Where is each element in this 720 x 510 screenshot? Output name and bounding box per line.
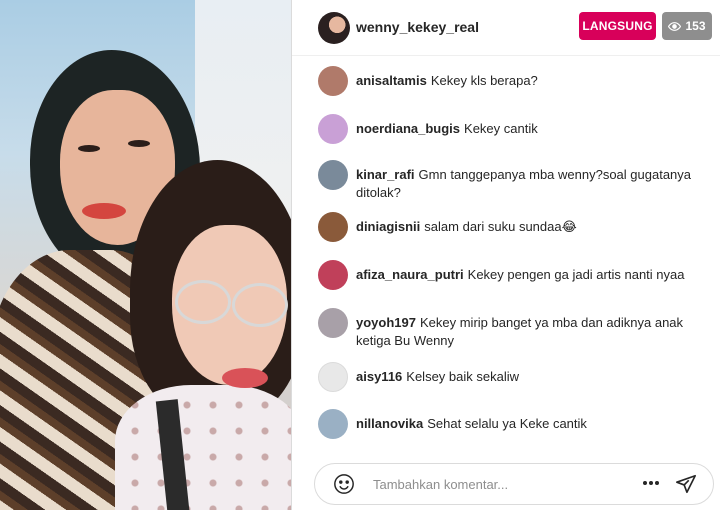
comment-text: Sehat selalu ya Keke cantik (427, 416, 587, 431)
comment-avatar[interactable] (318, 260, 348, 290)
comment-username[interactable]: kinar_rafi (356, 167, 415, 182)
comment-list: anisaltamis Kekey kls berapa? noerdiana_b… (292, 58, 720, 456)
comment-text: salam dari suku sundaa😂 (424, 219, 577, 234)
comment-item: diniagisnii salam dari suku sundaa😂 (318, 212, 713, 242)
comment-username[interactable]: afiza_naura_putri (356, 267, 464, 282)
comment-avatar[interactable] (318, 308, 348, 338)
video-child-glasses (232, 283, 288, 327)
viewer-count: 153 (685, 19, 706, 33)
comment-composer (314, 463, 714, 505)
comment-item: afiza_naura_putri Kekey pengen ga jadi ar… (318, 260, 713, 290)
viewer-count-badge: 153 (662, 12, 712, 40)
more-options-icon[interactable] (640, 472, 662, 494)
comment-avatar[interactable] (318, 362, 348, 392)
video-child-glasses (175, 280, 231, 324)
video-person-eye (78, 145, 100, 152)
comment-text: Kekey pengen ga jadi artis nanti nyaa (467, 267, 685, 282)
video-person-eye (128, 140, 150, 147)
live-header: wenny_kekey_real LANGSUNG 153 (292, 0, 720, 56)
comment-input[interactable] (373, 473, 623, 495)
video-person-lips (82, 203, 126, 219)
live-side-panel: wenny_kekey_real LANGSUNG 153 anisaltami… (291, 0, 720, 510)
comment-avatar[interactable] (318, 409, 348, 439)
comment-text: Kekey cantik (464, 121, 538, 136)
video-child-lips (222, 368, 268, 388)
host-username[interactable]: wenny_kekey_real (356, 19, 479, 35)
comment-item: kinar_rafi Gmn tanggepanya mba wenny?soal… (318, 160, 713, 202)
eye-icon (668, 21, 682, 31)
comment-username[interactable]: diniagisnii (356, 219, 420, 234)
comment-text: Kelsey baik sekaliw (406, 369, 519, 384)
comment-avatar[interactable] (318, 66, 348, 96)
live-badge: LANGSUNG (579, 12, 656, 40)
comment-item: anisaltamis Kekey kls berapa? (318, 66, 713, 96)
smiley-icon[interactable] (333, 473, 355, 495)
comment-avatar[interactable] (318, 160, 348, 190)
comment-username[interactable]: noerdiana_bugis (356, 121, 460, 136)
comment-item: aisy116 Kelsey baik sekaliw (318, 362, 713, 392)
send-icon[interactable] (675, 473, 697, 495)
comment-text: Kekey kls berapa? (430, 73, 538, 88)
comment-item: nillanovika Sehat selalu ya Keke cantik (318, 409, 713, 439)
comment-avatar[interactable] (318, 212, 348, 242)
host-avatar[interactable] (318, 12, 350, 44)
comment-username[interactable]: aisy116 (356, 369, 402, 384)
comment-username[interactable]: nillanovika (356, 416, 423, 431)
video-child-clothing (115, 385, 291, 510)
comment-item: noerdiana_bugis Kekey cantik (318, 114, 713, 144)
live-video[interactable] (0, 0, 291, 510)
comment-username[interactable]: yoyoh197 (356, 315, 416, 330)
comment-avatar[interactable] (318, 114, 348, 144)
comment-username[interactable]: anisaltamis (356, 73, 427, 88)
comment-item: yoyoh197 Kekey mirip banget ya mba dan ad… (318, 308, 713, 350)
